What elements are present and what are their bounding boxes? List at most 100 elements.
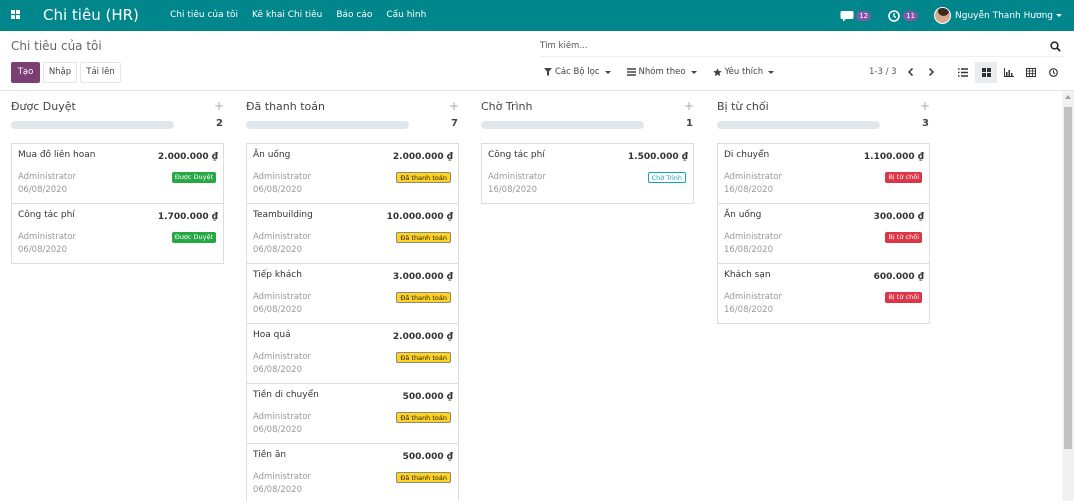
pager-previous-icon[interactable] <box>905 66 917 78</box>
kanban-card[interactable]: Di chuyển 1.100.000 ₫ Administrator 16/0… <box>718 144 929 204</box>
pager-next-icon[interactable] <box>925 66 937 78</box>
kanban-card[interactable]: Công tác phí 1.500.000 ₫ Administrator 1… <box>482 144 693 204</box>
star-icon <box>712 67 722 76</box>
status-badge: Chờ Trình <box>647 172 686 183</box>
kanban-card[interactable]: Tiếp khách 3.000.000 ₫ Administrator 06/… <box>247 264 458 324</box>
card-amount: 2.000.000 ₫ <box>157 152 218 162</box>
column-progress-bar[interactable] <box>717 121 880 129</box>
menu-item-configuration[interactable]: Cấu hình <box>386 10 426 20</box>
group-by-label: Nhóm theo <box>638 67 686 77</box>
list-view-button[interactable] <box>952 62 974 83</box>
systray: 12 11 Nguyễn Thanh Hương <box>840 0 1074 31</box>
column-title[interactable]: Chờ Trình <box>481 100 533 113</box>
card-amount: 600.000 ₫ <box>873 272 924 282</box>
create-button[interactable]: Tạo <box>11 62 40 83</box>
bars-icon <box>626 68 636 76</box>
status-badge: Bị từ chối <box>885 292 922 303</box>
column-progress-bar[interactable] <box>246 121 409 129</box>
card-amount: 500.000 ₫ <box>402 392 453 402</box>
card-name: Tiếp khách <box>253 270 302 280</box>
vertical-scrollbar[interactable] <box>1062 91 1074 501</box>
card-name: Hoa quả <box>253 330 291 340</box>
column-cards: Di chuyển 1.100.000 ₫ Administrator 16/0… <box>717 143 930 324</box>
kanban-card[interactable]: Teambuilding 10.000.000 ₫ Administrator … <box>247 204 458 264</box>
card-employee: Administrator <box>724 172 782 182</box>
card-employee: Administrator <box>724 292 782 302</box>
clock-icon[interactable] <box>887 9 901 22</box>
app-title[interactable]: Chi tiêu (HR) <box>43 6 139 24</box>
control-panel-divider <box>0 90 1074 91</box>
pager-value[interactable]: 1-3 / 3 <box>869 67 897 77</box>
caret-down-icon <box>690 70 697 74</box>
upload-button[interactable]: Tải lên <box>80 62 121 83</box>
column-title[interactable]: Được Duyệt <box>11 100 76 113</box>
activity-icon <box>1048 68 1058 77</box>
card-employee: Administrator <box>18 172 76 182</box>
top-navbar: Chi tiêu (HR) Chi tiêu của tôi Kê khai C… <box>0 0 1074 31</box>
kanban-card[interactable]: Mua đồ liên hoan 2.000.000 ₫ Administrat… <box>12 144 223 204</box>
user-name[interactable]: Nguyễn Thanh Hương <box>955 11 1053 21</box>
import-button[interactable]: Nhập <box>43 62 77 83</box>
card-amount: 2.000.000 ₫ <box>392 332 453 342</box>
column-progress-bar[interactable] <box>481 121 644 129</box>
column-title[interactable]: Đã thanh toán <box>246 100 325 113</box>
group-by-dropdown[interactable]: Nhóm theo <box>626 67 697 77</box>
card-name: Teambuilding <box>253 210 313 220</box>
card-amount: 3.000.000 ₫ <box>392 272 453 282</box>
card-name: Tiền di chuyển <box>253 390 319 400</box>
list-icon <box>958 68 968 77</box>
kanban-card[interactable]: Khách sạn 600.000 ₫ Administrator 16/08/… <box>718 264 929 324</box>
menu-item-reporting[interactable]: Báo cáo <box>336 10 372 20</box>
card-amount: 10.000.000 ₫ <box>386 212 453 222</box>
filters-label: Các Bộ lọc <box>555 67 600 77</box>
column-count: 7 <box>451 118 458 129</box>
kanban-card[interactable]: Ăn uống 300.000 ₫ Administrator 16/08/20… <box>718 204 929 264</box>
status-badge: Được Duyệt <box>171 172 216 183</box>
card-date: 16/08/2020 <box>488 185 537 195</box>
plus-icon[interactable]: + <box>920 99 930 113</box>
card-employee: Administrator <box>18 232 76 242</box>
pivot-view-button[interactable] <box>1020 62 1042 83</box>
card-date: 16/08/2020 <box>724 305 773 315</box>
kanban-card[interactable]: Công tác phí 1.700.000 ₫ Administrator 0… <box>12 204 223 264</box>
card-date: 06/08/2020 <box>18 245 67 255</box>
card-name: Ăn uống <box>253 150 291 160</box>
favorites-label: Yêu thích <box>724 67 764 77</box>
menu-item-expense-reports[interactable]: Kê khai Chi tiêu <box>252 10 322 20</box>
filters-dropdown[interactable]: Các Bộ lọc <box>544 67 611 77</box>
chat-icon[interactable] <box>840 10 854 22</box>
activities-badge: 11 <box>903 10 919 21</box>
search-bar <box>540 37 1063 57</box>
graph-icon <box>1004 68 1014 77</box>
card-employee: Administrator <box>253 172 311 182</box>
column-progress-bar[interactable] <box>11 121 174 129</box>
plus-icon[interactable]: + <box>449 99 459 113</box>
kanban-view-button[interactable] <box>975 62 997 83</box>
search-input[interactable] <box>540 37 1030 55</box>
kanban-card[interactable]: Tiền ăn 500.000 ₫ Administrator 06/08/20… <box>247 444 458 501</box>
scrollbar-thumb[interactable] <box>1064 107 1072 449</box>
main-menu: Chi tiêu của tôi Kê khai Chi tiêu Báo cá… <box>170 10 440 20</box>
menu-item-my-expenses[interactable]: Chi tiêu của tôi <box>170 10 238 20</box>
column-title[interactable]: Bị từ chối <box>717 100 769 113</box>
column-cards: Công tác phí 1.500.000 ₫ Administrator 1… <box>481 143 694 204</box>
chevron-down-icon[interactable] <box>1056 14 1062 17</box>
plus-icon[interactable]: + <box>684 99 694 113</box>
status-badge: Được Duyệt <box>171 232 216 243</box>
search-icon[interactable] <box>1050 41 1061 52</box>
card-amount: 500.000 ₫ <box>402 452 453 462</box>
card-date: 06/08/2020 <box>253 305 302 315</box>
graph-view-button[interactable] <box>998 62 1020 83</box>
kanban-card[interactable]: Ăn uống 2.000.000 ₫ Administrator 06/08/… <box>247 144 458 204</box>
scroll-up-arrow-icon[interactable] <box>1065 95 1071 99</box>
user-avatar[interactable] <box>934 7 952 24</box>
activity-view-button[interactable] <box>1042 62 1064 83</box>
plus-icon[interactable]: + <box>214 99 224 113</box>
kanban-card[interactable]: Tiền di chuyển 500.000 ₫ Administrator 0… <box>247 384 458 444</box>
kanban-card[interactable]: Hoa quả 2.000.000 ₫ Administrator 06/08/… <box>247 324 458 384</box>
favorites-dropdown[interactable]: Yêu thích <box>712 67 775 77</box>
card-employee: Administrator <box>253 352 311 362</box>
card-name: Ăn uống <box>724 210 762 220</box>
card-amount: 2.000.000 ₫ <box>392 152 453 162</box>
apps-menu-icon[interactable] <box>11 10 20 19</box>
